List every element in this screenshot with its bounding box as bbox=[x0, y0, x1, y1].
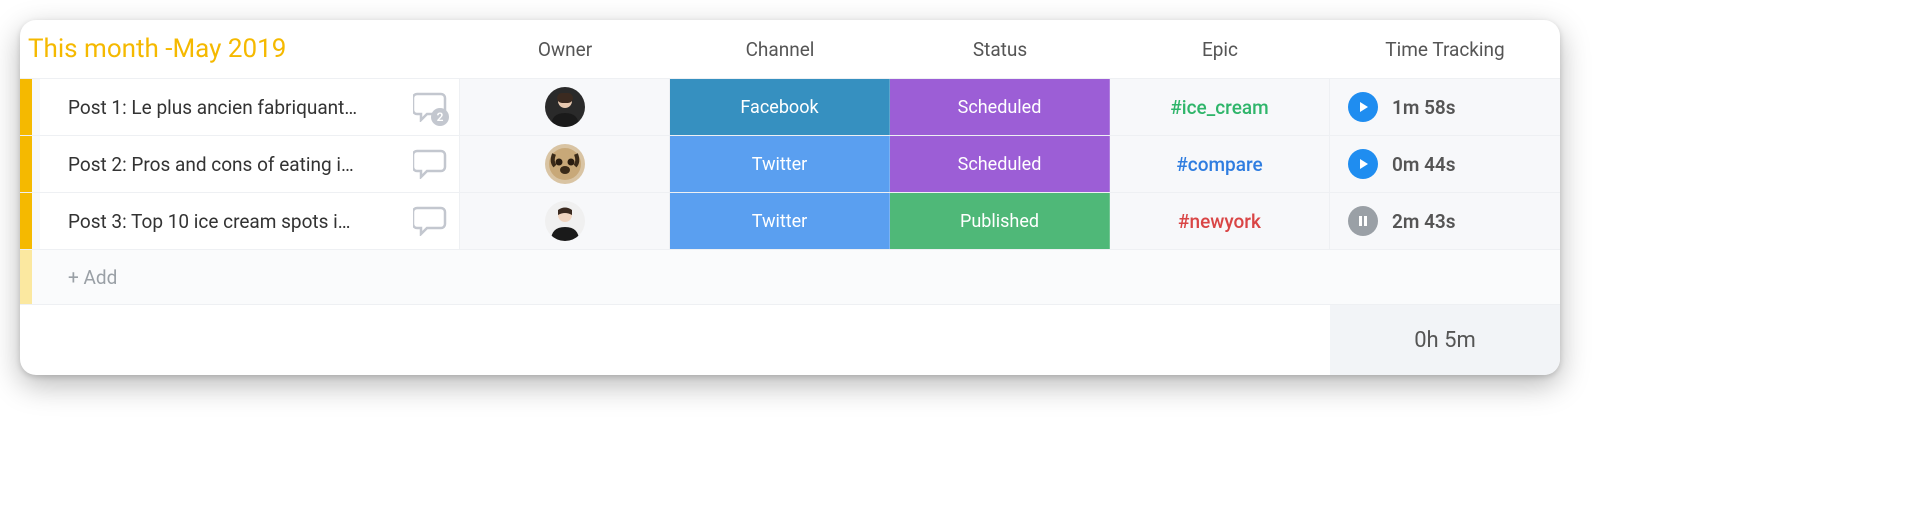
time-total: 0h 5m bbox=[1330, 305, 1560, 375]
col-header-status[interactable]: Status bbox=[890, 38, 1110, 61]
time-value: 2m 43s bbox=[1392, 210, 1456, 233]
name-cell[interactable]: Post 3: Top 10 ice cream spots i… bbox=[40, 193, 460, 249]
table-row[interactable]: Post 1: Le plus ancien fabriquant… 2 Fac… bbox=[20, 78, 1560, 135]
footer-row: 0h 5m bbox=[20, 305, 1560, 375]
name-cell[interactable]: Post 2: Pros and cons of eating i… bbox=[40, 136, 460, 192]
owner-cell[interactable] bbox=[460, 136, 670, 192]
epic-cell[interactable]: #newyork bbox=[1110, 193, 1330, 249]
pause-icon[interactable] bbox=[1348, 206, 1378, 236]
owner-cell[interactable] bbox=[460, 193, 670, 249]
comment-count: 2 bbox=[431, 108, 449, 126]
add-button[interactable]: + Add bbox=[40, 266, 460, 289]
chat-icon[interactable] bbox=[413, 204, 447, 238]
channel-label: Facebook bbox=[740, 97, 818, 118]
time-cell: 2m 43s bbox=[1330, 193, 1560, 249]
channel-cell[interactable]: Twitter bbox=[670, 136, 890, 192]
epic-label: #newyork bbox=[1178, 210, 1261, 233]
epic-cell[interactable]: #compare bbox=[1110, 136, 1330, 192]
col-header-time[interactable]: Time Tracking bbox=[1330, 38, 1560, 61]
avatar bbox=[545, 87, 585, 127]
col-header-owner[interactable]: Owner bbox=[460, 38, 670, 61]
col-header-channel[interactable]: Channel bbox=[670, 38, 890, 61]
item-name: Post 1: Le plus ancien fabriquant… bbox=[68, 96, 403, 119]
time-value: 1m 58s bbox=[1392, 96, 1456, 119]
row-color-bar bbox=[20, 79, 32, 135]
avatar bbox=[545, 144, 585, 184]
play-icon[interactable] bbox=[1348, 92, 1378, 122]
status-cell[interactable]: Scheduled bbox=[890, 79, 1110, 135]
name-cell[interactable]: Post 1: Le plus ancien fabriquant… 2 bbox=[40, 79, 460, 135]
header-row: This month -May 2019 Owner Channel Statu… bbox=[20, 20, 1560, 78]
status-cell[interactable]: Scheduled bbox=[890, 136, 1110, 192]
time-cell: 0m 44s bbox=[1330, 136, 1560, 192]
channel-label: Twitter bbox=[752, 211, 808, 232]
row-color-bar bbox=[20, 136, 32, 192]
item-name: Post 2: Pros and cons of eating i… bbox=[68, 153, 403, 176]
avatar bbox=[545, 201, 585, 241]
table-row[interactable]: Post 2: Pros and cons of eating i… Twitt… bbox=[20, 135, 1560, 192]
col-header-epic[interactable]: Epic bbox=[1110, 38, 1330, 61]
owner-cell[interactable] bbox=[460, 79, 670, 135]
board: This month -May 2019 Owner Channel Statu… bbox=[20, 20, 1560, 375]
add-row[interactable]: + Add bbox=[20, 249, 1560, 305]
row-color-bar bbox=[20, 193, 32, 249]
epic-label: #compare bbox=[1176, 153, 1262, 176]
channel-cell[interactable]: Twitter bbox=[670, 193, 890, 249]
group-title[interactable]: This month -May 2019 bbox=[20, 34, 460, 64]
time-value: 0m 44s bbox=[1392, 153, 1456, 176]
status-cell[interactable]: Published bbox=[890, 193, 1110, 249]
row-color-bar bbox=[20, 250, 32, 304]
epic-label: #ice_cream bbox=[1170, 96, 1268, 119]
channel-label: Twitter bbox=[752, 154, 808, 175]
status-label: Scheduled bbox=[958, 97, 1042, 118]
chat-icon[interactable]: 2 bbox=[413, 90, 447, 124]
play-icon[interactable] bbox=[1348, 149, 1378, 179]
channel-cell[interactable]: Facebook bbox=[670, 79, 890, 135]
epic-cell[interactable]: #ice_cream bbox=[1110, 79, 1330, 135]
item-name: Post 3: Top 10 ice cream spots i… bbox=[68, 210, 403, 233]
status-label: Published bbox=[960, 211, 1039, 232]
time-cell: 1m 58s bbox=[1330, 79, 1560, 135]
chat-icon[interactable] bbox=[413, 147, 447, 181]
status-label: Scheduled bbox=[958, 154, 1042, 175]
table-row[interactable]: Post 3: Top 10 ice cream spots i… Twitte… bbox=[20, 192, 1560, 249]
